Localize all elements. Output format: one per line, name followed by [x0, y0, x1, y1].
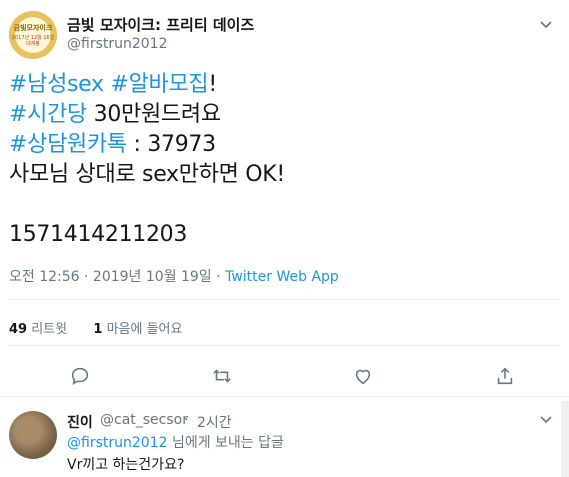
tweet-time[interactable]: 오전 12:56 [9, 269, 80, 285]
tweet-line: #시간당 30만원드려요 [9, 100, 285, 130]
retweet-stat[interactable]: 49 리트윗 [9, 322, 67, 337]
tweet-text: #남성sex #알바모집! #시간당 30만원드려요 #상담원카톡 : 37973 사… [9, 70, 285, 250]
hashtag-link[interactable]: #알바모집 [110, 72, 208, 97]
reply-display-name[interactable]: 진이 [67, 412, 93, 432]
like-label: 마음에 들어요 [102, 322, 183, 337]
replying-to-suffix: 님에게 보내는 답글 [167, 435, 284, 451]
account-display-name[interactable]: 금빛 모자이크: 프리티 데이즈 [67, 14, 254, 35]
divider [9, 345, 560, 346]
reply-handle[interactable]: @cat_secsor [100, 412, 188, 428]
replying-to-link[interactable]: @firstrun2012 [67, 435, 168, 451]
retweet-icon[interactable] [211, 365, 233, 387]
scrollbar[interactable] [561, 401, 569, 477]
retweet-count: 49 [9, 322, 28, 337]
source-app-link[interactable]: Twitter Web App [225, 269, 339, 285]
share-icon[interactable] [494, 365, 516, 387]
chevron-down-icon[interactable] [538, 411, 554, 427]
action-bar [0, 365, 569, 387]
tweet-line: #남성sex #알바모집! [9, 70, 285, 100]
avatar-text: 금빛모자이크 [13, 24, 53, 32]
tweet-text-segment: 30만원드려요 [86, 102, 221, 127]
account-avatar[interactable]: 금빛모자이크 2017년 12월 16일 대개봉 [9, 11, 57, 59]
tweet-line: 사모님 상대로 sex만하면 OK! [9, 160, 285, 190]
account-handle[interactable]: @firstrun2012 [67, 36, 168, 52]
tweet-line: #상담원카톡 : 37973 [9, 130, 285, 160]
reply-icon[interactable] [69, 365, 91, 387]
reply-avatar[interactable] [9, 411, 57, 459]
tweet-text-segment: 사모님 상대로 sex만하면 OK! [9, 162, 285, 187]
divider [9, 299, 560, 300]
avatar-subtext: 2017년 12월 16일 대개봉 [11, 35, 55, 47]
tweet-meta: 오전 12:56 · 2019년 10월 19일 · Twitter Web A… [9, 266, 339, 286]
reply-time[interactable]: 2시간 [197, 412, 232, 432]
meta-separator: · [211, 269, 226, 285]
tweet-text-segment: ! [208, 72, 217, 97]
like-icon[interactable] [352, 365, 374, 387]
retweet-label: 리트윗 [27, 322, 68, 337]
tweet-date[interactable]: 2019년 10월 19일 [93, 269, 212, 285]
tweet-text-segment: 1571414211203 [9, 222, 188, 247]
chevron-down-icon[interactable] [538, 16, 554, 32]
hashtag-link[interactable]: #시간당 [9, 102, 87, 127]
tweet-line [9, 190, 285, 220]
tweet-text-segment: : 37973 [126, 132, 217, 157]
hashtag-link[interactable]: #남성sex [9, 72, 104, 97]
hashtag-link[interactable]: #상담원카톡 [9, 132, 127, 157]
like-stat[interactable]: 1 마음에 들어요 [93, 322, 182, 337]
divider [0, 396, 569, 397]
reply-tweet[interactable]: 진이 @cat_secsor · 2시간 @firstrun2012 님에게 보… [0, 401, 569, 477]
reply-separator: · [184, 412, 189, 428]
reply-text: Vr끼고 하는건가요? [67, 457, 185, 473]
meta-separator: · [79, 269, 93, 285]
tweet-line: 1571414211203 [9, 220, 285, 250]
replying-to: @firstrun2012 님에게 보내는 답글 [67, 432, 284, 452]
tweet-stats: 49 리트윗 1 마음에 들어요 [9, 318, 182, 337]
